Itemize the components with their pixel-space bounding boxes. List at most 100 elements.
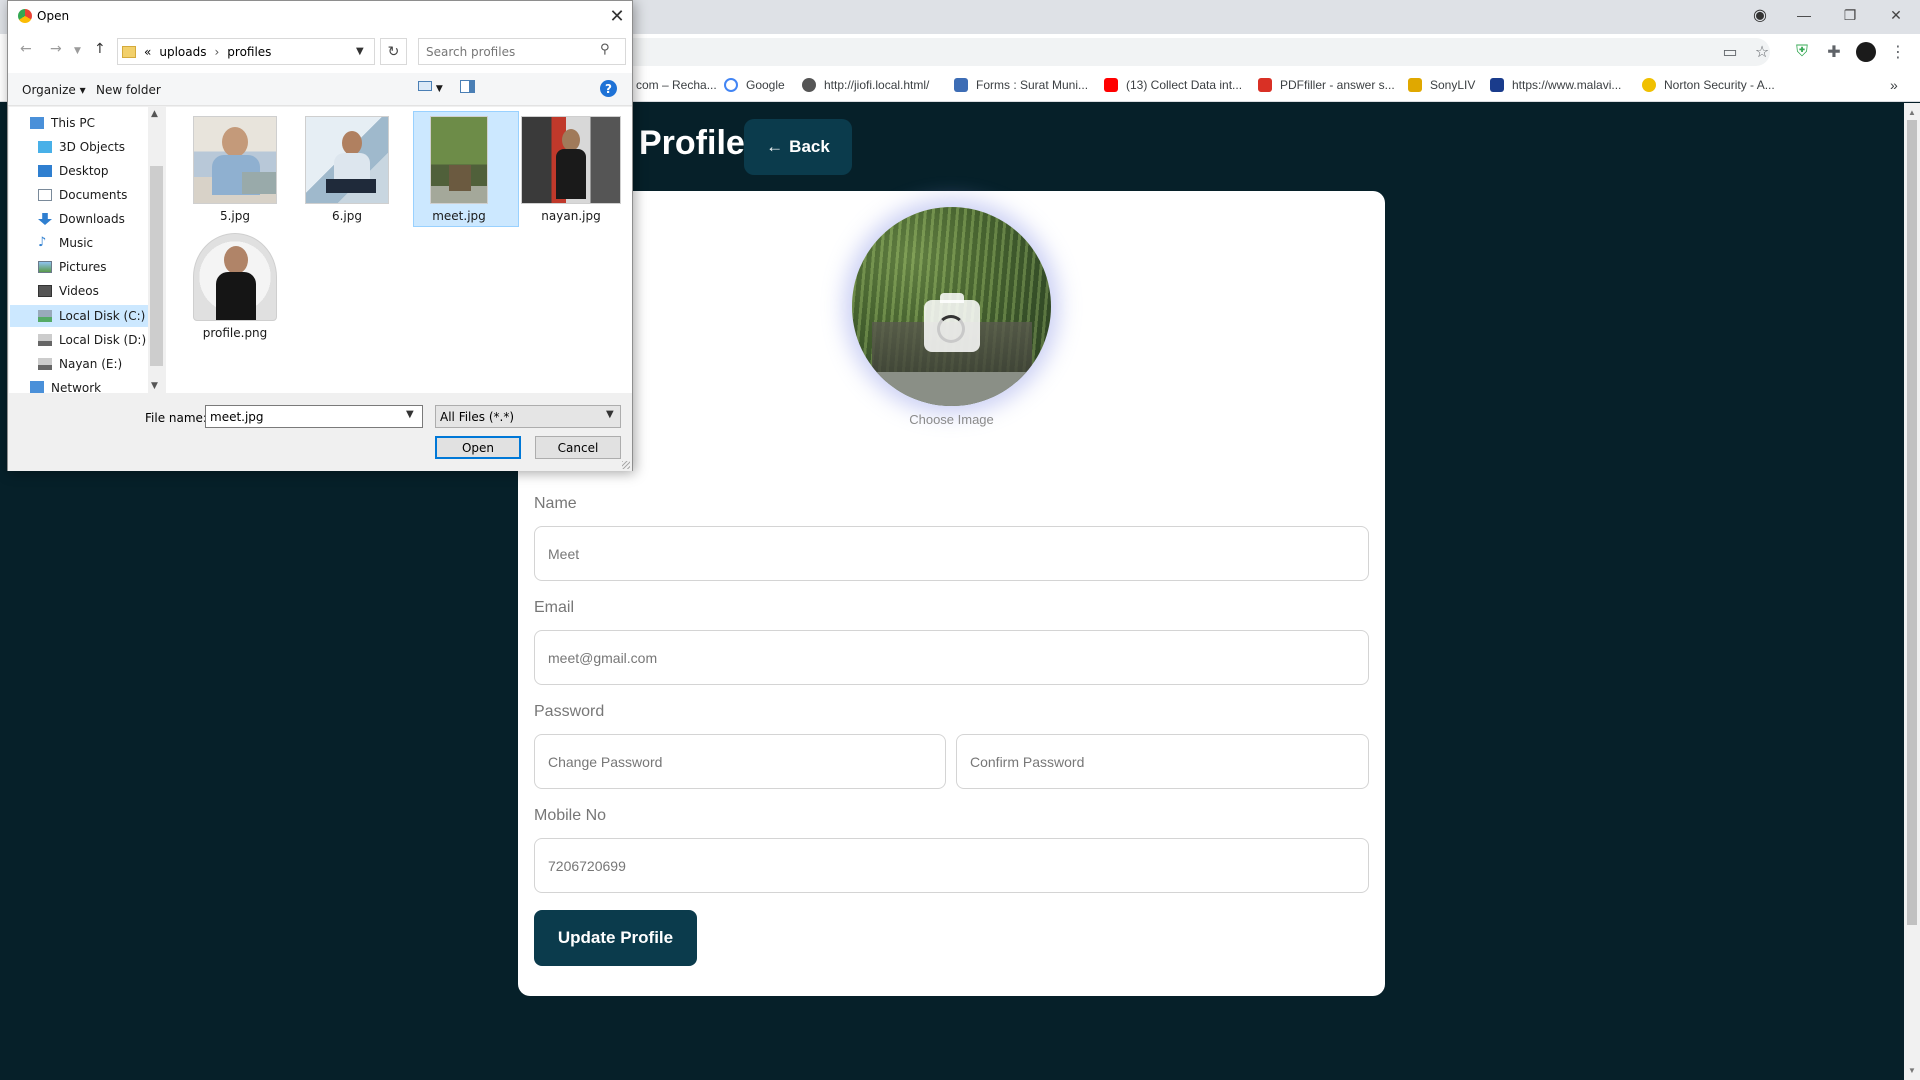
nav-item-3d-objects[interactable]: 3D Objects: [38, 136, 125, 158]
nav-item-videos[interactable]: Videos: [38, 280, 99, 302]
choose-image-caption[interactable]: Choose Image: [852, 412, 1051, 427]
recent-dropdown-icon[interactable]: ▼: [74, 46, 81, 56]
nav-scroll-down-icon[interactable]: ▼: [151, 381, 158, 391]
bookmark-item[interactable]: Forms : Surat Muni...: [954, 76, 1088, 94]
menu-kebab-icon[interactable]: ⋮: [1884, 38, 1912, 66]
bookmark-item[interactable]: PDFfiller - answer s...: [1258, 76, 1395, 94]
videos-icon: [38, 285, 52, 297]
breadcrumb[interactable]: « uploads › profiles ▼: [117, 38, 375, 65]
bookmark-item[interactable]: com – Recha...: [636, 76, 717, 94]
refresh-icon[interactable]: ↻: [380, 38, 407, 65]
file-thumbnail: [521, 116, 621, 204]
forward-arrow-icon[interactable]: →: [50, 41, 62, 57]
breadcrumb-item-profiles[interactable]: profiles: [227, 45, 271, 59]
cancel-button[interactable]: Cancel: [535, 436, 621, 459]
navigation-scroll-thumb[interactable]: [150, 166, 163, 366]
scroll-down-arrow-icon[interactable]: ▼: [1904, 1062, 1920, 1078]
close-window-button[interactable]: ✕: [1876, 0, 1916, 30]
file-name: profile.png: [202, 326, 268, 340]
page-scroll-thumb[interactable]: [1907, 120, 1917, 925]
minimize-button[interactable]: —: [1784, 0, 1824, 30]
update-profile-button[interactable]: Update Profile: [534, 910, 697, 966]
file-type-select[interactable]: All Files (*.*): [435, 405, 621, 428]
bookmark-star-icon[interactable]: ☆: [1748, 38, 1776, 66]
file-item[interactable]: 5.jpg: [183, 111, 287, 227]
dialog-title: Open: [37, 9, 70, 23]
file-type-dropdown-icon[interactable]: ▼: [606, 409, 614, 420]
nav-item-local-disk-d[interactable]: Local Disk (D:): [38, 329, 146, 351]
bookmark-item[interactable]: https://www.malavi...: [1490, 76, 1621, 94]
bookmark-item[interactable]: http://jiofi.local.html/: [802, 76, 929, 94]
breadcrumb-dropdown-icon[interactable]: ▼: [356, 46, 364, 57]
bookmarks-overflow-button[interactable]: »: [1890, 76, 1898, 94]
drive-icon: [38, 310, 52, 322]
3d-objects-icon: [38, 141, 52, 153]
file-name-label: File name:: [145, 411, 207, 425]
address-bar[interactable]: [620, 38, 1770, 66]
nav-item-music[interactable]: ♪ Music: [38, 232, 93, 254]
nav-item-desktop[interactable]: Desktop: [38, 160, 109, 182]
nav-scroll-up-icon[interactable]: ▲: [151, 109, 158, 119]
file-item[interactable]: profile.png: [183, 228, 287, 344]
reader-mode-icon[interactable]: ▭: [1716, 38, 1744, 66]
file-thumbnail: [193, 116, 277, 204]
profile-avatar-icon[interactable]: [1852, 38, 1880, 66]
change-password-input[interactable]: Change Password: [534, 734, 946, 789]
mobile-input[interactable]: 7206720699: [534, 838, 1369, 893]
open-button[interactable]: Open: [435, 436, 521, 459]
bookmark-item[interactable]: (13) Collect Data int...: [1104, 76, 1242, 94]
bookmark-item[interactable]: SonyLIV: [1408, 76, 1475, 94]
back-arrow-icon[interactable]: ←: [20, 41, 32, 57]
search-icon: ⚲: [600, 42, 610, 57]
norton-icon: [1642, 78, 1656, 92]
youtube-icon: [1104, 78, 1118, 92]
file-item[interactable]: nayan.jpg: [519, 111, 623, 227]
pc-icon: [30, 117, 44, 129]
new-folder-button[interactable]: New folder: [96, 83, 161, 97]
bookmark-item[interactable]: Norton Security - A...: [1642, 76, 1775, 94]
nav-item-documents[interactable]: Documents: [38, 184, 127, 206]
pictures-icon: [38, 261, 52, 273]
nav-item-downloads[interactable]: Downloads: [38, 208, 125, 230]
up-arrow-icon[interactable]: ↑: [94, 41, 106, 57]
file-item[interactable]: meet.jpg: [407, 111, 511, 227]
arrow-left-icon: ←: [766, 137, 784, 156]
file-item[interactable]: 6.jpg: [295, 111, 399, 227]
nav-item-local-disk-c[interactable]: Local Disk (C:): [38, 305, 145, 327]
search-input[interactable]: Search profiles: [418, 38, 626, 65]
name-label: Name: [534, 495, 577, 512]
resize-grip-icon[interactable]: [622, 461, 630, 469]
bookmark-item[interactable]: Google: [724, 76, 785, 94]
back-button-label: Back: [789, 137, 830, 156]
shield-extension-icon[interactable]: ⛨: [1788, 38, 1816, 66]
pdffiller-icon: [1258, 78, 1272, 92]
globe-icon: [802, 78, 816, 92]
nav-item-this-pc[interactable]: This PC: [30, 112, 95, 134]
help-icon[interactable]: ?: [600, 80, 617, 97]
nav-item-network[interactable]: Network: [30, 381, 101, 393]
downloads-icon: [38, 213, 52, 225]
email-input[interactable]: meet@gmail.com: [534, 630, 1369, 685]
name-input[interactable]: Meet: [534, 526, 1369, 581]
nav-item-nayan-e[interactable]: Nayan (E:): [38, 353, 122, 375]
file-name-input[interactable]: meet.jpg: [205, 405, 423, 428]
scroll-up-arrow-icon[interactable]: ▲: [1904, 104, 1920, 120]
file-thumbnail: [193, 233, 277, 321]
file-name-dropdown-icon[interactable]: ▼: [406, 409, 414, 420]
drive-icon: [38, 358, 52, 370]
avatar-image-ground: [852, 372, 1051, 406]
back-button[interactable]: ← Back: [744, 119, 852, 175]
tab-search-icon[interactable]: ◉: [1740, 0, 1780, 30]
confirm-password-input[interactable]: Confirm Password: [956, 734, 1369, 789]
email-label: Email: [534, 599, 575, 616]
view-options-icon[interactable]: ▼: [418, 80, 443, 94]
preview-pane-icon[interactable]: [460, 80, 475, 96]
nav-item-pictures[interactable]: Pictures: [38, 256, 107, 278]
breadcrumb-overflow[interactable]: «: [144, 45, 151, 59]
forms-icon: [954, 78, 968, 92]
organize-button[interactable]: Organize ▾: [22, 83, 86, 97]
restore-button[interactable]: ❐: [1830, 0, 1870, 30]
dialog-close-button[interactable]: ✕: [605, 4, 629, 28]
breadcrumb-item-uploads[interactable]: uploads: [159, 45, 206, 59]
extensions-icon[interactable]: ✚: [1820, 38, 1848, 66]
